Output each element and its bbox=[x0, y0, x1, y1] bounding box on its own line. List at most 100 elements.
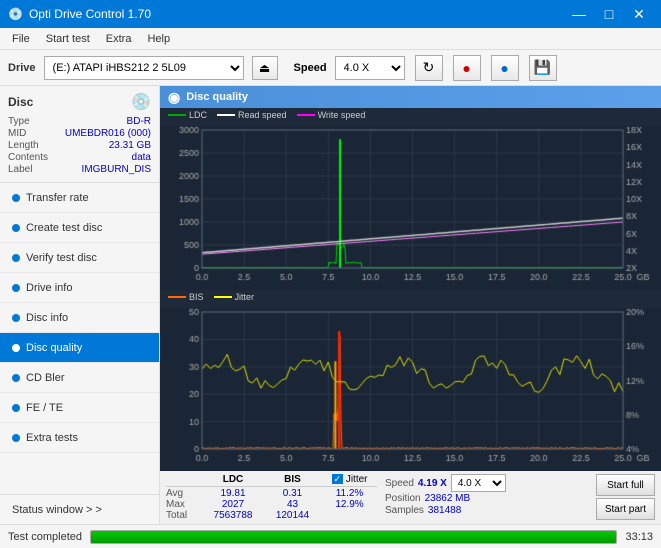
jitter-checkbox[interactable]: ✓ bbox=[332, 474, 344, 484]
chart-icon: ◉ bbox=[168, 89, 180, 106]
drive-label: Drive bbox=[8, 62, 36, 74]
bis-column-header: BIS bbox=[265, 474, 320, 485]
status-bar: Test completed 33:13 bbox=[0, 524, 661, 548]
nav-dot bbox=[12, 254, 20, 262]
ldc-color bbox=[168, 114, 186, 116]
start-full-button[interactable]: Start full bbox=[596, 474, 655, 496]
nav-dot bbox=[12, 434, 20, 442]
avg-label: Avg bbox=[166, 488, 201, 499]
disc-label-row: Label IMGBURN_DIS bbox=[8, 164, 151, 175]
menu-start-test[interactable]: Start test bbox=[38, 31, 98, 47]
refresh-button[interactable]: ↻ bbox=[415, 55, 443, 81]
nav-verify-test-disc-label: Verify test disc bbox=[26, 252, 97, 264]
nav-disc-quality-label: Disc quality bbox=[26, 342, 82, 354]
disc-section-icon: 💿 bbox=[131, 92, 151, 112]
ldc-legend: LDC bbox=[168, 110, 207, 120]
stats-table: LDC BIS ✓ Jitter Avg 19.81 0.31 11.2% bbox=[166, 474, 377, 521]
nav-transfer-rate-label: Transfer rate bbox=[26, 192, 89, 204]
disc-contents-label: Contents bbox=[8, 152, 48, 163]
stats-empty-header bbox=[166, 474, 201, 485]
eject-button[interactable]: ⏏ bbox=[252, 56, 278, 80]
chart-title: Disc quality bbox=[186, 91, 248, 103]
disc-length-row: Length 23.31 GB bbox=[8, 140, 151, 151]
position-label: Position bbox=[385, 493, 421, 504]
lower-chart: BIS Jitter bbox=[160, 290, 661, 471]
save-button[interactable]: 💾 bbox=[529, 55, 557, 81]
position-row: Position 23862 MB bbox=[385, 493, 506, 504]
max-jitter: 12.9% bbox=[322, 499, 377, 510]
speed-stat-select[interactable]: 4.0 X bbox=[451, 474, 506, 492]
nav-transfer-rate[interactable]: Transfer rate bbox=[0, 183, 159, 213]
disc-label-label: Label bbox=[8, 164, 32, 175]
bis-color bbox=[168, 296, 186, 298]
disc-btn-2[interactable]: ● bbox=[491, 55, 519, 81]
disc-type-value: BD-R bbox=[127, 116, 151, 127]
disc-mid-row: MID UMEBDR016 (000) bbox=[8, 128, 151, 139]
stats-header-row: LDC BIS ✓ Jitter bbox=[166, 474, 377, 487]
nav-dot bbox=[12, 404, 20, 412]
main-layout: Disc 💿 Type BD-R MID UMEBDR016 (000) Len… bbox=[0, 86, 661, 524]
stats-max-row: Max 2027 43 12.9% bbox=[166, 499, 377, 510]
samples-label: Samples bbox=[385, 505, 424, 516]
ldc-column-header: LDC bbox=[203, 474, 263, 485]
stats-avg-row: Avg 19.81 0.31 11.2% bbox=[166, 488, 377, 499]
stats-row: LDC BIS ✓ Jitter Avg 19.81 0.31 11.2% bbox=[166, 474, 655, 521]
status-window-button[interactable]: Status window > > bbox=[0, 494, 159, 524]
disc-section: Disc 💿 Type BD-R MID UMEBDR016 (000) Len… bbox=[0, 86, 159, 183]
upper-chart-canvas bbox=[160, 126, 661, 290]
stats-bar: LDC BIS ✓ Jitter Avg 19.81 0.31 11.2% bbox=[160, 470, 661, 524]
nav-fe-te-label: FE / TE bbox=[26, 402, 63, 414]
app-title: Opti Drive Control 1.70 bbox=[29, 7, 151, 21]
avg-bis: 0.31 bbox=[265, 488, 320, 499]
window-controls: — □ ✕ bbox=[565, 0, 653, 28]
menu-bar: File Start test Extra Help bbox=[0, 28, 661, 50]
max-bis: 43 bbox=[265, 499, 320, 510]
nav-create-test-disc-label: Create test disc bbox=[26, 222, 102, 234]
nav-disc-quality[interactable]: Disc quality bbox=[0, 333, 159, 363]
samples-row: Samples 381488 bbox=[385, 505, 506, 516]
read-speed-legend: Read speed bbox=[217, 110, 287, 120]
upper-legend: LDC Read speed Write speed bbox=[160, 108, 661, 122]
minimize-button[interactable]: — bbox=[565, 0, 593, 28]
disc-length-label: Length bbox=[8, 140, 39, 151]
nav-extra-tests-label: Extra tests bbox=[26, 432, 78, 444]
status-window-label: Status window > > bbox=[12, 504, 102, 516]
lower-legend: BIS Jitter bbox=[160, 290, 661, 304]
menu-extra[interactable]: Extra bbox=[98, 31, 140, 47]
status-text: Test completed bbox=[8, 531, 82, 543]
progress-bar-container bbox=[90, 530, 617, 544]
nav-cd-bler-label: CD Bler bbox=[26, 372, 65, 384]
nav-disc-info-label: Disc info bbox=[26, 312, 68, 324]
speed-row: Speed 4.19 X 4.0 X bbox=[385, 474, 506, 492]
speed-stat-label: Speed bbox=[385, 478, 414, 489]
maximize-button[interactable]: □ bbox=[595, 0, 623, 28]
total-ldc: 7563788 bbox=[203, 510, 263, 521]
jitter-column-header: Jitter bbox=[346, 474, 368, 485]
max-ldc: 2027 bbox=[203, 499, 263, 510]
chart-title-bar: ◉ Disc quality bbox=[160, 86, 661, 108]
nav-create-test-disc[interactable]: Create test disc bbox=[0, 213, 159, 243]
lower-chart-canvas bbox=[160, 308, 661, 471]
nav-cd-bler[interactable]: CD Bler bbox=[0, 363, 159, 393]
nav-disc-info[interactable]: Disc info bbox=[0, 303, 159, 333]
speed-select[interactable]: 4.0 X bbox=[335, 56, 405, 80]
disc-btn-1[interactable]: ● bbox=[453, 55, 481, 81]
nav-verify-test-disc[interactable]: Verify test disc bbox=[0, 243, 159, 273]
max-label: Max bbox=[166, 499, 201, 510]
disc-section-title: Disc bbox=[8, 95, 33, 109]
close-button[interactable]: ✕ bbox=[625, 0, 653, 28]
nav-dot bbox=[12, 224, 20, 232]
menu-help[interactable]: Help bbox=[139, 31, 178, 47]
nav-fe-te[interactable]: FE / TE bbox=[0, 393, 159, 423]
nav-drive-info[interactable]: Drive info bbox=[0, 273, 159, 303]
disc-type-label: Type bbox=[8, 116, 30, 127]
menu-file[interactable]: File bbox=[4, 31, 38, 47]
drive-select[interactable]: (E:) ATAPI iHBS212 2 5L09 bbox=[44, 56, 244, 80]
nav-extra-tests[interactable]: Extra tests bbox=[0, 423, 159, 453]
progress-bar-fill bbox=[91, 531, 616, 543]
disc-length-value: 23.31 GB bbox=[109, 140, 151, 151]
read-speed-label: Read speed bbox=[238, 110, 287, 120]
start-part-button[interactable]: Start part bbox=[596, 498, 655, 520]
disc-contents-row: Contents data bbox=[8, 152, 151, 163]
disc-contents-value: data bbox=[132, 152, 151, 163]
